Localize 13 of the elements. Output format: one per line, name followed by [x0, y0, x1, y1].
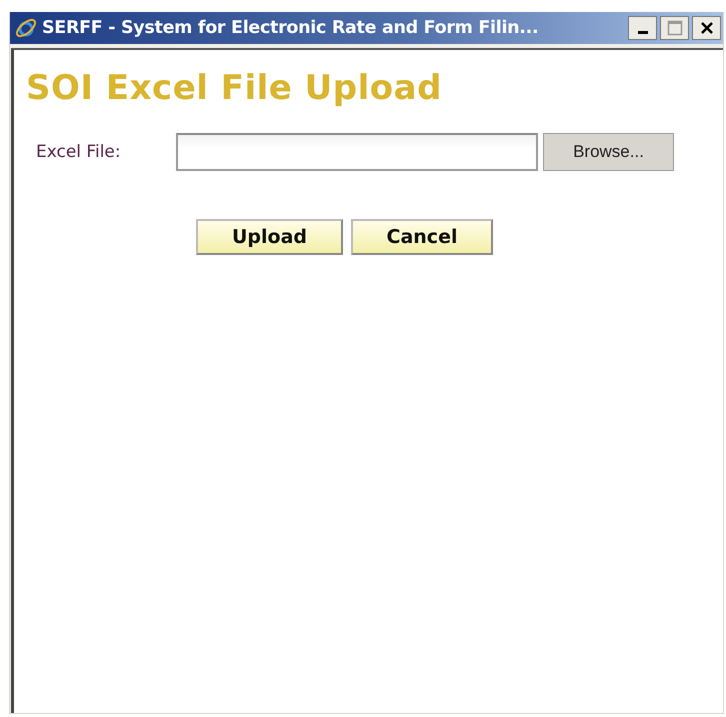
minimize-button[interactable]: [628, 16, 657, 40]
browse-button[interactable]: Browse...: [543, 133, 674, 171]
minimize-icon: [638, 31, 648, 34]
maximize-icon: [666, 20, 682, 36]
window-title: SERFF - System for Electronic Rate and Form Filin...: [42, 18, 540, 38]
cancel-button[interactable]: Cancel: [351, 219, 493, 255]
close-button[interactable]: [692, 16, 721, 40]
page-heading: SOI Excel File Upload: [26, 68, 442, 108]
field-label: Excel File:: [36, 142, 122, 162]
close-icon: [700, 21, 714, 35]
maximize-button[interactable]: [660, 16, 689, 40]
upload-button[interactable]: Upload: [196, 219, 343, 255]
file-path-field[interactable]: [176, 133, 538, 171]
